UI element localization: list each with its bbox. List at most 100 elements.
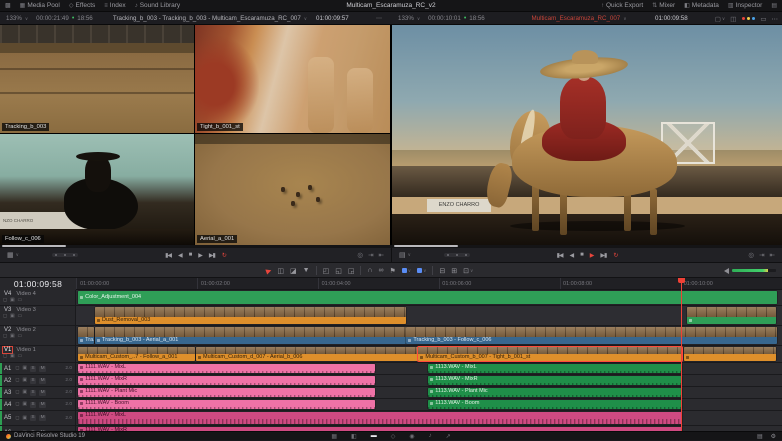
timeline-clip[interactable]: 1113.WAV - Plant Mic (428, 388, 682, 397)
zoom-custom-icon[interactable]: ⊡∨ (463, 267, 473, 275)
track-enable-icon[interactable]: ▭ (18, 354, 23, 359)
track-header-A2[interactable]: A2 ◻ ▣ S M 2.0 (0, 375, 76, 386)
program-duration[interactable]: 00:00:10:01 (428, 15, 461, 22)
lock-icon[interactable]: ◻ (3, 314, 7, 319)
track-enable-icon[interactable]: ▭ (18, 334, 23, 339)
program-zoom-scrollbar[interactable] (394, 245, 458, 247)
track-badge[interactable]: A5 (3, 415, 12, 421)
track-lane-A3[interactable]: 1111.WAV - Plant Mic 1113.WAV - Plant Mic (76, 387, 782, 398)
timeline-clip[interactable]: 1111.WAV - Boom (78, 400, 375, 409)
loop-button[interactable]: ↻ (613, 252, 617, 259)
timeline-clip[interactable]: Multicam_Custom_d_007 - Aerial_b_006 (196, 347, 418, 361)
lock-icon[interactable]: ◻ (15, 366, 19, 371)
insert-clip-icon[interactable]: ◰ (323, 267, 330, 275)
play-button[interactable]: ▶ (590, 252, 594, 259)
topbar-item-media-pool[interactable]: ▦Media Pool (20, 2, 60, 9)
topbar-item-icon[interactable]: ▩ (5, 2, 11, 9)
cut-page-icon[interactable]: ◧ (351, 433, 357, 440)
flag-icon[interactable]: ∨ (402, 268, 411, 274)
lock-icon[interactable]: ◻ (3, 334, 7, 339)
track-badge[interactable]: V3 (3, 307, 12, 313)
track-lane-V3[interactable]: Dust_Removal_003 (76, 306, 782, 325)
solo-button[interactable]: S (30, 378, 36, 384)
track-enable-icon[interactable]: ▭ (18, 298, 23, 303)
track-header-A1[interactable]: A1 ◻ ▣ S M 2.0 (0, 363, 76, 374)
lock-icon[interactable]: ◻ (3, 354, 7, 359)
program-zoom-select[interactable]: 133% (398, 15, 414, 22)
auto-select-icon[interactable]: ▣ (22, 402, 27, 407)
timeline-clip[interactable]: Color_Adjustment_004 (78, 291, 777, 304)
topbar-item-icon[interactable]: ▤ (771, 2, 777, 9)
mute-button[interactable]: M (39, 390, 46, 396)
fusion-page-icon[interactable]: ◇ (391, 433, 396, 440)
edit-page-icon[interactable]: ▬ (371, 433, 377, 440)
timeline-clip[interactable]: Tracking_b_003 - Follow_c_006 (406, 327, 777, 344)
auto-select-icon[interactable]: ▣ (10, 354, 15, 359)
timeline-ruler[interactable]: 01:00:00:0001:00:02:0001:00:04:0001:00:0… (76, 278, 782, 290)
snapping-icon[interactable]: ∩ (367, 267, 372, 274)
track-lane-A4[interactable]: 1111.WAV - Boom 1113.WAV - Boom (76, 399, 782, 410)
auto-select-icon[interactable]: ▣ (22, 416, 27, 421)
solo-button[interactable]: S (30, 366, 36, 372)
timeline-clip[interactable]: 1111.WAV - Plant Mic (78, 388, 375, 397)
track-lane-A5[interactable]: 1111.WAV - MixL (76, 411, 782, 425)
source-timecode[interactable]: 01:00:09:57 (316, 12, 349, 25)
timeline-clip[interactable]: 1113.WAV - MixR (428, 376, 682, 385)
blade-edit-mode-icon[interactable]: ▼ (303, 267, 310, 274)
zoom-detail-icon[interactable]: ⊞ (451, 267, 457, 275)
solo-button[interactable]: S (30, 390, 36, 396)
track-header-V2[interactable]: V2 Video 2 ◻ ▣ ▭ (0, 326, 76, 345)
first-frame-button[interactable]: ▮◀ (557, 252, 563, 259)
position-lock-icon[interactable]: ⚑ (389, 267, 395, 275)
timeline-clip[interactable]: Multicam_Custom_..7 - Follow_a_001 (78, 347, 195, 361)
last-frame-button[interactable]: ▶▮ (600, 252, 606, 259)
deliver-page-icon[interactable]: ↗ (446, 433, 451, 440)
dynamic-trim-mode-icon[interactable]: ◪ (290, 267, 297, 275)
keyboard-icon[interactable]: ▤ (757, 433, 763, 440)
scopes-icon[interactable] (741, 17, 755, 20)
timeline-clip[interactable]: 1113.WAV - MixL (428, 364, 682, 373)
topbar-item-index[interactable]: ≡Index (104, 2, 125, 9)
program-timecode[interactable]: 01:00:09:58 (655, 12, 688, 25)
mute-button[interactable]: M (39, 415, 46, 421)
solo-button[interactable]: S (30, 402, 36, 408)
topbar-item-effects[interactable]: ◇Effects (69, 2, 95, 9)
mute-button[interactable]: M (39, 402, 46, 408)
reverse-button[interactable]: ◀ (178, 252, 182, 259)
track-header-A4[interactable]: A4 ◻ ▣ S M 2.0 (0, 399, 76, 410)
multicam-grid-icon[interactable]: ▦∨ (7, 248, 19, 262)
source-zoom-scrollbar[interactable] (2, 245, 66, 247)
topbar-item-mixer[interactable]: ⇅Mixer (652, 2, 675, 9)
viewer-mode-dropdown[interactable]: ▢∨ (715, 15, 725, 23)
timeline-clip[interactable]: 1113.WAV - Boom (428, 400, 682, 409)
source-duration[interactable]: 00:00:21:49 (36, 15, 69, 22)
linked-selection-icon[interactable]: ∞ (378, 267, 383, 274)
camera-cell-2[interactable]: Tight_b_001_st (195, 25, 390, 133)
timeline-clip[interactable]: Multicam_Custom_b_007 - Tight_b_001_st (418, 347, 682, 361)
lock-icon[interactable]: ◻ (3, 298, 7, 303)
track-header-V4[interactable]: V4 Video 4 ◻ ▣ ▭ (0, 290, 76, 305)
in-point-icon[interactable]: ⇥ (368, 251, 373, 259)
color-page-icon[interactable]: ◉ (409, 433, 414, 440)
timeline-clip[interactable] (687, 307, 776, 324)
last-frame-button[interactable]: ▶▮ (209, 252, 215, 259)
auto-select-icon[interactable]: ▣ (22, 390, 27, 395)
track-badge[interactable]: V2 (3, 327, 12, 333)
topbar-item-metadata[interactable]: ◧Metadata (684, 2, 719, 9)
selection-mode-icon[interactable]: ▶ (265, 266, 273, 275)
track-badge[interactable]: A1 (3, 366, 12, 372)
timeline-clip[interactable]: 1111.WAV - MixR (78, 376, 375, 385)
first-frame-button[interactable]: ▮◀ (165, 252, 171, 259)
reverse-button[interactable]: ◀ (570, 252, 574, 259)
lock-icon[interactable]: ◻ (15, 402, 19, 407)
auto-select-icon[interactable]: ▣ (22, 378, 27, 383)
track-lane-V4[interactable]: Color_Adjustment_004 (76, 290, 782, 305)
lock-icon[interactable]: ◻ (15, 416, 19, 421)
stop-button[interactable]: ■ (580, 252, 583, 258)
media-page-icon[interactable]: ▦ (331, 433, 337, 440)
trim-edit-mode-icon[interactable]: ◫ (277, 267, 284, 275)
camera-cell-3[interactable]: NZO CHARRO Follow_c_006 (0, 134, 194, 245)
loop-button[interactable]: ↻ (222, 252, 226, 259)
lock-icon[interactable]: ◻ (15, 378, 19, 383)
timeline-clip[interactable]: Tra..._al (78, 327, 94, 344)
